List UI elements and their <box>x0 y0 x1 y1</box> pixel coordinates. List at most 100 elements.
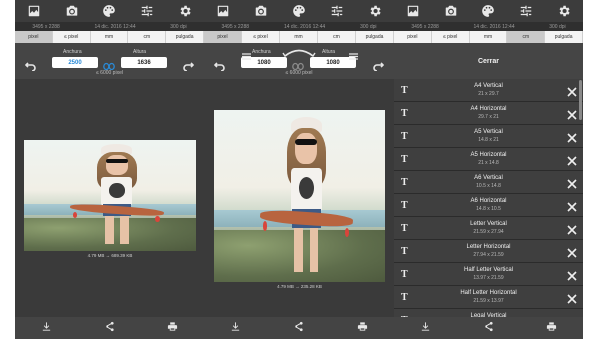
palette-icon[interactable] <box>292 4 306 18</box>
unit-tab[interactable]: mm <box>280 31 318 43</box>
share-icon[interactable] <box>483 319 494 337</box>
size-caption: 4.79 MB → 689.39 KB <box>87 253 133 258</box>
preset-row[interactable]: T Half Letter Vertical 13.97 x 21.59 <box>394 263 583 286</box>
preset-name: A4 Horizontal <box>470 106 507 112</box>
scrollbar[interactable] <box>579 80 582 120</box>
text-preset-icon: T <box>401 246 408 257</box>
preset-size: 21.59 x 27.94 <box>473 229 504 235</box>
delete-preset-icon[interactable] <box>567 199 577 212</box>
camera-icon[interactable] <box>254 4 268 18</box>
image-info-bar: 3495 x 2288 14 dic. 2016 12:44 300 dpi <box>204 22 394 31</box>
preset-row[interactable]: T A6 Vertical 10.5 x 14.8 <box>394 171 583 194</box>
preset-name: A4 Vertical <box>474 83 503 89</box>
text-preset-icon: T <box>401 269 408 280</box>
text-preset-icon: T <box>401 131 408 142</box>
share-icon[interactable] <box>104 319 115 337</box>
dpi-text: 300 dpi <box>170 23 187 30</box>
menu-icon[interactable] <box>242 47 251 60</box>
unit-tab[interactable]: pixel <box>204 31 242 43</box>
unit-tab[interactable]: pulgada <box>356 31 394 43</box>
link-aspect-icon[interactable] <box>292 58 304 71</box>
delete-preset-icon[interactable] <box>567 222 577 235</box>
unit-tabs: pixel ≤ pixel mm cm pulgada <box>394 31 583 43</box>
preset-row[interactable]: T A5 Vertical 14.8 x 21 <box>394 125 583 148</box>
print-icon[interactable] <box>546 319 557 337</box>
preset-name: A6 Vertical <box>474 175 503 181</box>
gear-icon[interactable] <box>557 4 571 18</box>
preset-row[interactable]: T Half Letter Horizontal 21.59 x 13.97 <box>394 286 583 309</box>
undo-icon[interactable] <box>24 58 37 72</box>
preview-photo <box>24 140 196 251</box>
unit-tab[interactable]: pixel <box>394 31 432 43</box>
gear-icon[interactable] <box>368 4 382 18</box>
top-toolbar <box>394 0 583 22</box>
delete-preset-icon[interactable] <box>567 130 577 143</box>
gallery-icon[interactable] <box>27 4 41 18</box>
unit-tab[interactable]: mm <box>90 31 129 43</box>
preset-size: 10.5 x 14.8 <box>476 183 501 189</box>
unit-tabs: pixel ≤ pixel mm cm pulgada <box>15 31 204 43</box>
swap-dimensions-icon[interactable] <box>282 44 316 57</box>
preset-size: 13.97 x 21.59 <box>473 275 504 281</box>
delete-preset-icon[interactable] <box>567 176 577 189</box>
preset-row[interactable]: TLegal Vertical <box>394 309 583 317</box>
preset-row[interactable]: T A6 Horizontal 14.8 x 10.5 <box>394 194 583 217</box>
redo-icon[interactable] <box>182 58 195 72</box>
delete-preset-icon[interactable] <box>567 107 577 120</box>
download-icon[interactable] <box>41 319 52 337</box>
palette-icon[interactable] <box>481 4 495 18</box>
print-icon[interactable] <box>167 319 178 337</box>
unit-tab[interactable]: cm <box>318 31 356 43</box>
unit-tab[interactable]: pulgada <box>545 31 583 43</box>
sliders-icon[interactable] <box>519 4 533 18</box>
resolution-text: 3495 x 2288 <box>411 23 439 30</box>
preset-row[interactable]: T A4 Horizontal 29.7 x 21 <box>394 102 583 125</box>
sliders-icon[interactable] <box>330 4 344 18</box>
dimensions-bar: Anchura Altura 1080 1080 ≤ 6000 pixel <box>204 43 394 79</box>
unit-tab[interactable]: ≤ pixel <box>52 31 91 43</box>
delete-preset-icon[interactable] <box>567 153 577 166</box>
download-icon[interactable] <box>230 319 241 337</box>
delete-preset-icon[interactable] <box>567 291 577 304</box>
share-icon[interactable] <box>293 319 304 337</box>
download-icon[interactable] <box>420 319 431 337</box>
delete-preset-icon[interactable] <box>567 245 577 258</box>
size-caption: 4.79 MB → 235.28 KB <box>277 284 322 289</box>
dimensions-bar: Anchura Altura 2500 1636 ≤ 6000 pixel <box>15 43 204 79</box>
bottom-toolbar <box>15 317 204 339</box>
resize-panel-2: 3495 x 2288 14 dic. 2016 12:44 300 dpi pixe… <box>204 0 394 339</box>
preset-row[interactable]: T Letter Vertical 21.59 x 27.94 <box>394 217 583 240</box>
camera-icon[interactable] <box>65 4 79 18</box>
preset-name: Half Letter Vertical <box>463 267 514 273</box>
delete-preset-icon[interactable] <box>567 84 577 97</box>
preset-name: A6 Horizontal <box>470 198 507 204</box>
unit-tab[interactable]: cm <box>507 31 546 43</box>
unit-tab[interactable]: mm <box>469 31 508 43</box>
unit-tab[interactable]: ≤ pixel <box>242 31 280 43</box>
unit-tab[interactable]: cm <box>128 31 167 43</box>
delete-preset-icon[interactable] <box>567 268 577 281</box>
print-icon[interactable] <box>357 319 368 337</box>
palette-icon[interactable] <box>102 4 116 18</box>
gallery-icon[interactable] <box>406 4 420 18</box>
gear-icon[interactable] <box>178 4 192 18</box>
preset-row[interactable]: T Letter Horizontal 27.94 x 21.59 <box>394 240 583 263</box>
camera-icon[interactable] <box>444 4 458 18</box>
menu-icon[interactable] <box>349 47 358 60</box>
gallery-icon[interactable] <box>216 4 230 18</box>
undo-icon[interactable] <box>213 58 226 72</box>
preview-photo <box>214 110 385 282</box>
unit-tab[interactable]: ≤ pixel <box>431 31 470 43</box>
unit-tab[interactable]: pixel <box>15 31 53 43</box>
redo-icon[interactable] <box>372 58 385 72</box>
height-input[interactable]: 1636 <box>121 57 167 68</box>
close-button[interactable]: Cerrar <box>394 43 583 79</box>
link-aspect-icon[interactable] <box>103 58 115 71</box>
unit-tab[interactable]: pulgada <box>166 31 204 43</box>
width-input[interactable]: 2500 <box>52 57 98 68</box>
preset-size: 27.94 x 21.59 <box>473 252 504 258</box>
preset-row[interactable]: T A5 Horizontal 21 x 14.8 <box>394 148 583 171</box>
preset-size: 29.7 x 21 <box>478 114 499 120</box>
sliders-icon[interactable] <box>140 4 154 18</box>
preset-row[interactable]: T A4 Vertical 21 x 29.7 <box>394 79 583 102</box>
